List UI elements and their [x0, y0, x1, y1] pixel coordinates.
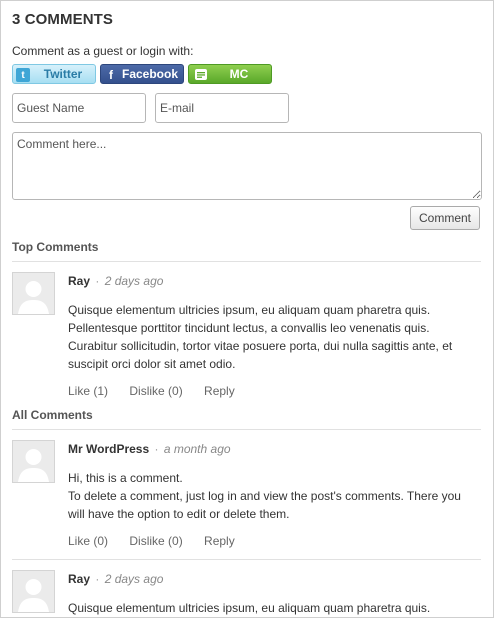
- divider: [12, 429, 481, 430]
- like-button[interactable]: Like (1): [68, 384, 108, 398]
- comment-text: Hi, this is a comment.: [68, 471, 183, 485]
- comment-body: Quisque elementum ultricies ipsum, eu al…: [68, 301, 478, 373]
- all-comments-heading: All Comments: [12, 408, 93, 422]
- facebook-login-button[interactable]: f Facebook: [100, 64, 184, 84]
- meta-separator: ·: [95, 572, 100, 586]
- comment-item: Mr WordPress · a month ago Hi, this is a…: [12, 440, 481, 552]
- like-button[interactable]: Like (0): [68, 534, 108, 548]
- comment-text: Quisque elementum ultricies ipsum, eu al…: [68, 303, 453, 371]
- comment-text: Quisque elementum ultricies ipsum, eu al…: [68, 601, 431, 615]
- comments-count-title: 3 COMMENTS: [12, 11, 114, 28]
- comment-item: Ray · 2 days ago Quisque elementum ultri…: [12, 272, 481, 402]
- comment-body: Quisque elementum ultricies ipsum, eu al…: [68, 599, 478, 617]
- reply-button[interactable]: Reply: [204, 384, 235, 398]
- comment-textarea[interactable]: [12, 132, 482, 200]
- comment-time: a month ago: [163, 442, 231, 456]
- comments-widget: 3 COMMENTS Comment as a guest or login w…: [0, 0, 494, 618]
- email-input[interactable]: [155, 93, 289, 123]
- comment-author: Ray: [68, 572, 91, 586]
- reply-button[interactable]: Reply: [204, 534, 235, 548]
- mc-label: MC: [229, 67, 249, 81]
- comment-text: To delete a comment, just log in and vie…: [68, 489, 461, 521]
- meta-separator: ·: [95, 274, 100, 288]
- comment-meta: Mr WordPress · a month ago: [68, 442, 231, 456]
- social-login-row: t Twitter f Facebook MC: [12, 64, 272, 84]
- avatar: [12, 272, 55, 315]
- divider: [12, 559, 481, 560]
- comment-time: 2 days ago: [104, 572, 164, 586]
- comment-actions: Like (0) Dislike (0) Reply: [68, 534, 253, 548]
- guest-name-input[interactable]: [12, 93, 146, 123]
- avatar: [12, 570, 55, 613]
- mc-login-button[interactable]: MC: [188, 64, 272, 84]
- chat-bubble-icon: [195, 69, 207, 80]
- comment-actions: Like (1) Dislike (0) Reply: [68, 384, 253, 398]
- comment-time: 2 days ago: [104, 274, 164, 288]
- twitter-label: Twitter: [43, 67, 83, 81]
- comment-meta: Ray · 2 days ago: [68, 572, 163, 586]
- comment-author: Ray: [68, 274, 91, 288]
- facebook-icon: f: [109, 68, 113, 82]
- top-comments-heading: Top Comments: [12, 240, 99, 254]
- dislike-button[interactable]: Dislike (0): [129, 384, 182, 398]
- comment-meta: Ray · 2 days ago: [68, 274, 163, 288]
- comment-body: Hi, this is a comment. To delete a comme…: [68, 469, 478, 523]
- avatar: [12, 440, 55, 483]
- divider: [12, 261, 481, 262]
- twitter-icon: t: [16, 68, 30, 82]
- dislike-button[interactable]: Dislike (0): [129, 534, 182, 548]
- meta-separator: ·: [154, 442, 159, 456]
- login-prompt: Comment as a guest or login with:: [12, 44, 194, 58]
- twitter-login-button[interactable]: t Twitter: [12, 64, 96, 84]
- comment-author: Mr WordPress: [68, 442, 150, 456]
- comment-item: Ray · 2 days ago Quisque elementum ultri…: [12, 570, 481, 617]
- submit-comment-button[interactable]: Comment: [410, 206, 480, 230]
